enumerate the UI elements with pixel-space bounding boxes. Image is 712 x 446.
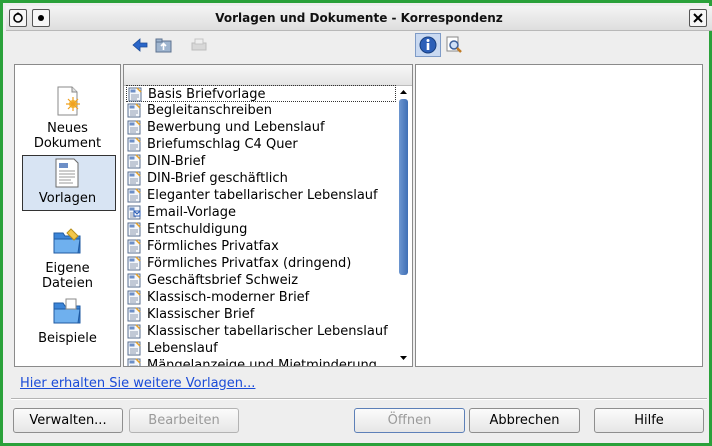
scroll-down-icon[interactable] bbox=[397, 352, 410, 364]
list-item-label: Eleganter tabellarischer Lebenslauf bbox=[147, 188, 378, 203]
document-template-icon bbox=[127, 341, 142, 356]
vertical-scrollbar[interactable] bbox=[397, 86, 410, 364]
list-item-label: Email-Vorlage bbox=[147, 205, 237, 220]
sidebar-item-label: Vorlagen bbox=[38, 191, 97, 206]
list-item-label: Bewerbung und Lebenslauf bbox=[147, 120, 325, 135]
document-template-icon bbox=[128, 87, 143, 102]
list-item-label: Begleitanschreiben bbox=[147, 103, 273, 118]
open-button[interactable]: Öffnen bbox=[354, 408, 465, 433]
more-templates-link[interactable]: Hier erhalten Sie weitere Vorlagen... bbox=[20, 375, 255, 393]
edit-button[interactable]: Bearbeiten bbox=[129, 408, 239, 433]
window-menu-icon[interactable] bbox=[9, 9, 27, 27]
list-item-label: Klassisch-moderner Brief bbox=[147, 290, 310, 305]
scroll-thumb[interactable] bbox=[399, 99, 408, 275]
sidebar-item-label: Beispiele bbox=[38, 331, 97, 346]
list-item[interactable]: DIN-Brief bbox=[126, 153, 396, 170]
document-template-icon bbox=[127, 307, 142, 322]
document-template-icon bbox=[127, 120, 142, 135]
list-item-label: Basis Briefvorlage bbox=[148, 87, 266, 102]
document-properties-toggle[interactable] bbox=[415, 33, 441, 57]
new-document-icon bbox=[51, 85, 83, 117]
list-item-label: DIN-Brief geschäftlich bbox=[147, 171, 288, 186]
sidebar-item-label: Dateien bbox=[42, 276, 93, 291]
preview-pane bbox=[415, 64, 703, 367]
list-item-label: Entschuldigung bbox=[147, 222, 248, 237]
templates-icon bbox=[51, 157, 83, 189]
category-sidebar: Neues Dokument Vorlagen Eigene Dateien B… bbox=[14, 64, 121, 367]
help-button[interactable]: Hilfe bbox=[594, 408, 704, 433]
sidebar-item-label: Neues bbox=[47, 121, 88, 136]
email-template-icon bbox=[127, 205, 142, 220]
sticky-icon[interactable] bbox=[32, 9, 50, 27]
window-title: Vorlagen und Dokumente - Korrespondenz bbox=[215, 11, 503, 25]
list-item-label: DIN-Brief bbox=[147, 154, 206, 169]
close-icon[interactable] bbox=[689, 9, 707, 27]
preview-magnifier-icon[interactable] bbox=[444, 35, 464, 55]
document-template-icon bbox=[127, 256, 142, 271]
samples-folder-icon bbox=[51, 295, 83, 327]
document-template-icon bbox=[127, 103, 142, 118]
list-item[interactable]: DIN-Brief geschäftlich bbox=[126, 170, 396, 187]
template-list[interactable]: Basis Briefvorlage Begleitanschreiben Bewe… bbox=[123, 64, 413, 367]
document-template-icon bbox=[127, 137, 142, 152]
document-template-icon bbox=[127, 290, 142, 305]
list-item-label: Mängelanzeige und Mietminderung bbox=[147, 358, 377, 367]
list-item[interactable]: Klassisch-moderner Brief bbox=[126, 289, 396, 306]
manage-button[interactable]: Verwalten... bbox=[13, 408, 123, 433]
document-template-icon bbox=[127, 239, 142, 254]
list-header bbox=[124, 65, 412, 86]
list-item[interactable]: Klassischer tabellarischer Lebenslauf bbox=[126, 323, 396, 340]
divider bbox=[11, 398, 707, 400]
document-template-icon bbox=[127, 324, 142, 339]
back-arrow-icon[interactable] bbox=[130, 35, 150, 55]
list-item[interactable]: Förmliches Privatfax bbox=[126, 238, 396, 255]
document-template-icon bbox=[127, 171, 142, 186]
dialog-window: Vorlagen und Dokumente - Korrespondenz N… bbox=[0, 0, 712, 446]
document-template-icon bbox=[127, 222, 142, 237]
my-files-folder-icon bbox=[51, 225, 83, 257]
title-bar: Vorlagen und Dokumente - Korrespondenz bbox=[6, 6, 712, 31]
list-item[interactable]: Entschuldigung bbox=[126, 221, 396, 238]
list-item[interactable]: Lebenslauf bbox=[126, 340, 396, 357]
list-item-label: Förmliches Privatfax bbox=[147, 239, 279, 254]
list-item[interactable]: Begleitanschreiben bbox=[126, 102, 396, 119]
list-item-label: Geschäftsbrief Schweiz bbox=[147, 273, 299, 288]
list-item[interactable]: Briefumschlag C4 Quer bbox=[126, 136, 396, 153]
list-item[interactable]: Förmliches Privatfax (dringend) bbox=[126, 255, 396, 272]
list-item[interactable]: Basis Briefvorlage bbox=[126, 85, 396, 102]
list-item[interactable]: Mängelanzeige und Mietminderung bbox=[126, 357, 396, 367]
list-item[interactable]: Bewerbung und Lebenslauf bbox=[126, 119, 396, 136]
list-item[interactable]: Geschäftsbrief Schweiz bbox=[126, 272, 396, 289]
list-item-label: Förmliches Privatfax (dringend) bbox=[147, 256, 352, 271]
sidebar-item-label: Dokument bbox=[33, 136, 102, 151]
list-item[interactable]: Eleganter tabellarischer Lebenslauf bbox=[126, 187, 396, 204]
document-template-icon bbox=[127, 358, 142, 366]
list-item-label: Briefumschlag C4 Quer bbox=[147, 137, 298, 152]
print-icon bbox=[189, 35, 209, 55]
list-item-label: Lebenslauf bbox=[147, 341, 218, 356]
scroll-up-icon[interactable] bbox=[397, 86, 410, 98]
document-template-icon bbox=[127, 273, 142, 288]
list-item-label: Klassischer Brief bbox=[147, 307, 255, 322]
document-template-icon bbox=[127, 154, 142, 169]
list-item[interactable]: Email-Vorlage bbox=[126, 204, 396, 221]
cancel-button[interactable]: Abbrechen bbox=[469, 408, 580, 433]
document-template-icon bbox=[127, 188, 142, 203]
list-item-label: Klassischer tabellarischer Lebenslauf bbox=[147, 324, 388, 339]
list-item[interactable]: Klassischer Brief bbox=[126, 306, 396, 323]
sidebar-item-label: Eigene bbox=[45, 261, 90, 276]
folder-up-icon[interactable] bbox=[154, 35, 174, 55]
